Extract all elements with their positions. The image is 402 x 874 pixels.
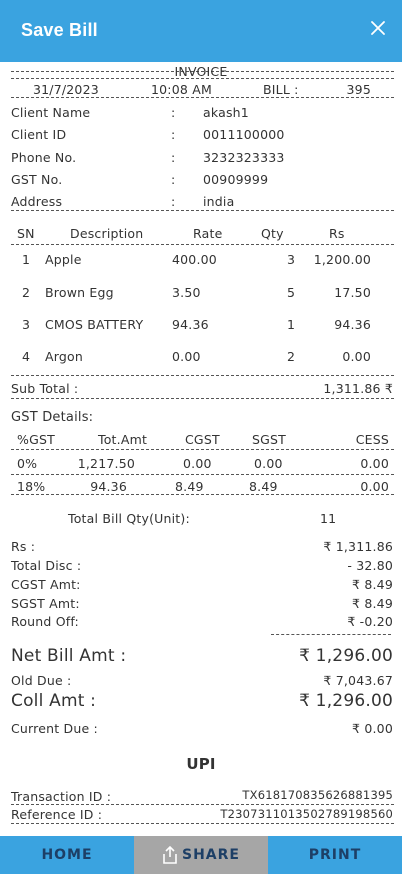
reference-id-label: Reference ID : [11,807,103,822]
print-label: PRINT [308,847,362,863]
client-name-label: Client Name [11,105,91,120]
phone-value: 3232323333 [203,150,285,165]
gst-no-value: 00909999 [203,172,269,187]
item-sn: 4 [22,349,31,364]
col-sn: SN [17,226,35,241]
gst-cgst: 0.00 [183,456,212,471]
bill-number: 395 [346,82,371,97]
upi-title: UPI [186,755,216,773]
invoice-time: 10:08 AM [151,82,212,97]
page-title: Save Bill [21,20,98,40]
item-sn: 1 [22,252,31,267]
sgst-amt-label: SGST Amt: [11,596,80,611]
item-qty: 5 [287,285,296,300]
subtotal-label: Sub Total : [11,381,79,396]
item-qty: 2 [287,349,296,364]
gst-no-sep: : [171,172,176,187]
item-description: CMOS BATTERY [45,317,144,332]
current-due-label: Current Due : [11,721,98,736]
close-icon[interactable] [369,19,387,37]
item-amount: 17.50 [334,285,371,300]
rs-label: Rs : [11,539,36,554]
gst-details-title: GST Details: [11,410,94,425]
print-button[interactable]: PRINT [268,836,402,874]
round-off-label: Round Off: [11,614,79,629]
client-id-label: Client ID [11,127,67,142]
gst-sgst: 0.00 [254,456,283,471]
item-rate: 400.00 [172,252,217,267]
item-qty: 3 [287,252,296,267]
gst-sgst: 8.49 [249,479,278,494]
address-value: india [203,194,235,209]
item-amount: 1,200.00 [313,252,371,267]
gst-col-pct: %GST [17,432,55,447]
client-id-sep: : [171,127,176,142]
gst-cgst: 8.49 [175,479,204,494]
total-qty-value: 11 [320,511,337,526]
cgst-amt-label: CGST Amt: [11,577,81,592]
client-name-value: akash1 [203,105,249,120]
footer-bar: HOME SHARE PRINT [0,836,402,874]
sgst-amt-value: ₹ 8.49 [352,596,393,611]
old-due-value: ₹ 7,043.67 [323,673,393,688]
cgst-amt-value: ₹ 8.49 [352,577,393,592]
reference-id-value: T2307311013502789198560 [220,807,393,821]
transaction-id-value: TX618170835626881395 [242,788,393,802]
gst-total: 1,217.50 [77,456,135,471]
col-rs: Rs [329,226,345,241]
item-amount: 94.36 [334,317,371,332]
client-id-value: 0011100000 [203,127,285,142]
share-button[interactable]: SHARE [134,836,268,874]
item-qty: 1 [287,317,296,332]
home-label: HOME [41,847,93,863]
item-sn: 2 [22,285,31,300]
address-label: Address [11,194,63,209]
col-qty: Qty [261,226,284,241]
gst-col-cess: CESS [355,432,389,447]
gst-pct: 0% [17,456,38,471]
gst-col-total: Tot.Amt [98,432,148,447]
col-description: Description [70,226,144,241]
round-off-value: ₹ -0.20 [347,614,393,629]
total-disc-label: Total Disc : [11,558,82,573]
transaction-id-label: Transaction ID : [11,789,112,804]
client-name-sep: : [171,105,176,120]
home-button[interactable]: HOME [0,836,134,874]
gst-pct: 18% [17,479,46,494]
gst-col-sgst: SGST [252,432,286,447]
item-description: Argon [45,349,83,364]
gst-col-cgst: CGST [185,432,220,447]
item-rate: 0.00 [172,349,201,364]
total-disc-value: - 32.80 [347,558,393,573]
gst-cess: 0.00 [360,479,389,494]
coll-amt-label: Coll Amt : [11,691,97,711]
item-amount: 0.00 [342,349,371,364]
item-rate: 3.50 [172,285,201,300]
item-description: Brown Egg [45,285,114,300]
item-description: Apple [45,252,82,267]
gst-cess: 0.00 [360,456,389,471]
total-qty-label: Total Bill Qty(Unit): [68,511,190,526]
item-sn: 3 [22,317,31,332]
bill-label: BILL : [263,82,299,97]
net-bill-label: Net Bill Amt : [11,646,127,666]
old-due-label: Old Due : [11,673,72,688]
invoice-heading: INVOICE [174,64,228,79]
item-rate: 94.36 [172,317,209,332]
subtotal-value: 1,311.86 ₹ [323,381,393,396]
rs-value: ₹ 1,311.86 [323,539,393,554]
phone-label: Phone No. [11,150,77,165]
col-rate: Rate [193,226,223,241]
invoice-date: 31/7/2023 [33,82,99,97]
gst-no-label: GST No. [11,172,63,187]
share-icon [162,845,178,864]
net-bill-value: ₹ 1,296.00 [299,646,393,666]
gst-total: 94.36 [90,479,127,494]
share-label: SHARE [182,847,240,863]
coll-amt-value: ₹ 1,296.00 [299,691,393,711]
address-sep: : [171,194,176,209]
current-due-value: ₹ 0.00 [352,721,393,736]
app-header: Save Bill [0,0,402,62]
phone-sep: : [171,150,176,165]
